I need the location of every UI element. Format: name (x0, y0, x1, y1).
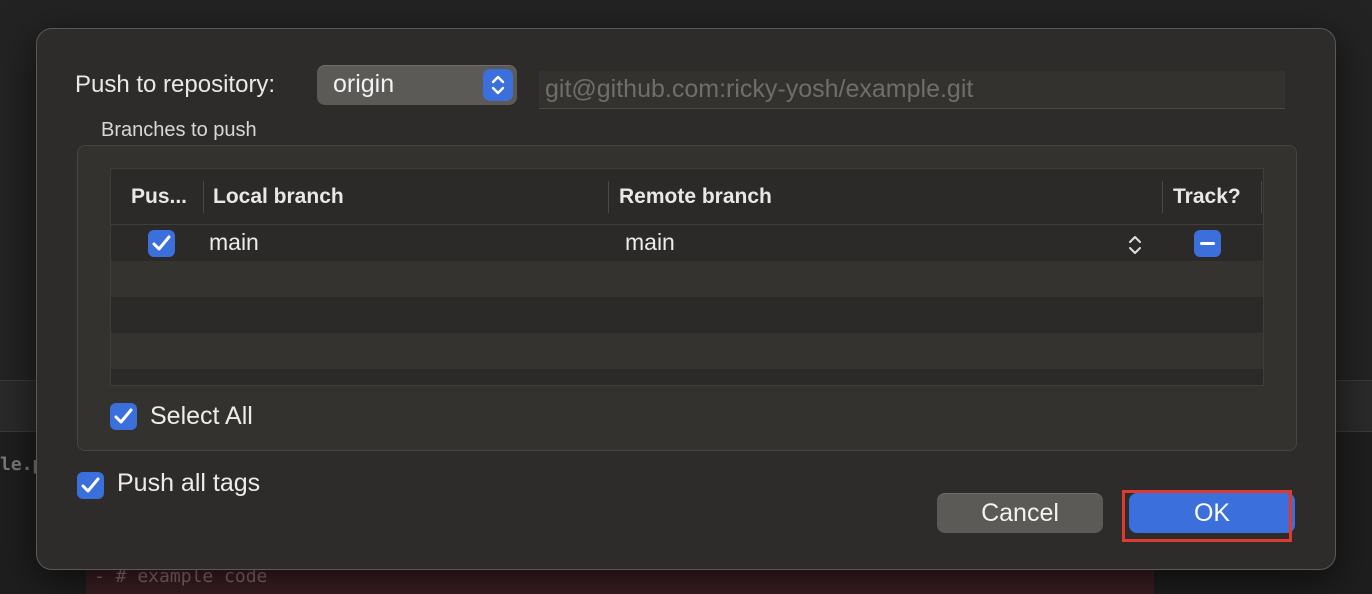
checkmark-icon (152, 235, 171, 251)
repo-label: Push to repository: (75, 71, 276, 98)
header-remote-branch[interactable]: Remote branch (619, 185, 772, 209)
checkmark-icon (114, 408, 133, 424)
table-row (111, 333, 1263, 369)
table-header: Pus... Local branch Remote branch Track? (111, 169, 1263, 225)
header-push[interactable]: Pus... (131, 185, 187, 209)
header-track[interactable]: Track? (1173, 185, 1241, 209)
push-checkbox[interactable] (148, 230, 175, 257)
repo-url-field: git@github.com:ricky-yosh/example.git (539, 71, 1285, 109)
select-all-checkbox[interactable] (110, 403, 137, 430)
updown-chevron-icon (483, 69, 513, 101)
push-all-tags-label[interactable]: Push all tags (117, 469, 260, 498)
column-separator[interactable] (608, 181, 609, 213)
checkmark-icon (81, 477, 100, 493)
column-separator[interactable] (1162, 181, 1163, 213)
column-separator[interactable] (203, 181, 204, 213)
updown-chevron-icon[interactable] (1127, 233, 1143, 257)
repo-select[interactable]: origin (317, 65, 517, 105)
table-row (111, 261, 1263, 297)
push-all-tags-checkbox[interactable] (77, 472, 104, 499)
remote-branch-select[interactable]: main (625, 229, 675, 256)
table-row (111, 297, 1263, 333)
table-row (111, 369, 1263, 385)
repo-select-value: origin (333, 70, 395, 98)
column-separator (1261, 181, 1262, 213)
header-local-branch[interactable]: Local branch (213, 185, 344, 209)
track-mixed-checkbox[interactable] (1194, 230, 1221, 257)
cancel-button[interactable]: Cancel (937, 493, 1103, 533)
branches-label: Branches to push (101, 119, 257, 141)
highlight-box (1122, 490, 1292, 542)
branches-group: Pus... Local branch Remote branch Track?… (77, 145, 1297, 451)
select-all-label[interactable]: Select All (150, 402, 253, 431)
local-branch-cell: main (209, 229, 259, 255)
push-dialog: Push to repository: origin git@github.co… (36, 28, 1336, 570)
branches-table: Pus... Local branch Remote branch Track?… (110, 168, 1264, 386)
table-row[interactable]: main main (111, 225, 1263, 261)
